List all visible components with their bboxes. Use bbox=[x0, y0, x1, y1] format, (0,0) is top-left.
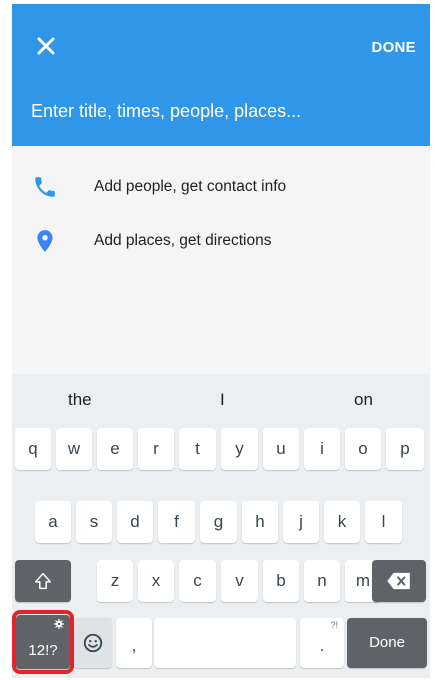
key-t[interactable]: t bbox=[179, 428, 216, 470]
comma-key[interactable]: , bbox=[116, 618, 152, 668]
done-button[interactable]: DONE bbox=[371, 39, 416, 56]
suggestion-the[interactable]: the bbox=[68, 390, 92, 410]
suggestion-on[interactable]: on bbox=[354, 390, 373, 410]
key-z[interactable]: z bbox=[97, 560, 133, 602]
backspace-icon bbox=[387, 572, 410, 590]
space-key[interactable] bbox=[154, 618, 296, 668]
key-u[interactable]: u bbox=[263, 428, 299, 470]
key-g[interactable]: g bbox=[200, 501, 237, 543]
key-a[interactable]: a bbox=[35, 501, 71, 543]
key-q[interactable]: q bbox=[15, 428, 51, 470]
key-f[interactable]: f bbox=[158, 501, 195, 543]
key-c[interactable]: c bbox=[179, 560, 216, 602]
close-button[interactable] bbox=[30, 30, 62, 62]
shift-icon bbox=[34, 572, 52, 590]
key-e[interactable]: e bbox=[97, 428, 133, 470]
keyboard-done-key[interactable]: Done bbox=[347, 618, 427, 668]
close-icon bbox=[37, 37, 55, 55]
period-key[interactable]: ?! . bbox=[300, 618, 344, 668]
key-d[interactable]: d bbox=[117, 501, 153, 543]
key-s[interactable]: s bbox=[76, 501, 112, 543]
add-people-label: Add people, get contact info bbox=[94, 178, 287, 195]
add-places-label: Add places, get directions bbox=[94, 232, 272, 249]
shift-key[interactable] bbox=[15, 560, 71, 602]
key-h[interactable]: h bbox=[242, 501, 278, 543]
suggestion-strip: the I on bbox=[12, 374, 430, 418]
key-x[interactable]: x bbox=[138, 560, 174, 602]
backspace-key[interactable] bbox=[372, 560, 426, 602]
key-o[interactable]: o bbox=[345, 428, 381, 470]
add-places-row[interactable]: Add places, get directions bbox=[12, 226, 430, 262]
title-input[interactable]: Enter title, times, people, places... bbox=[31, 101, 301, 122]
key-l[interactable]: l bbox=[365, 501, 402, 543]
location-pin-icon bbox=[32, 228, 58, 254]
key-r[interactable]: r bbox=[138, 428, 174, 470]
keyboard: the I on q w e r t y u i o p a s d f g h… bbox=[12, 374, 430, 678]
screen: DONE Enter title, times, people, places.… bbox=[12, 4, 430, 678]
key-v[interactable]: v bbox=[221, 560, 258, 602]
app-bar: DONE Enter title, times, people, places.… bbox=[12, 4, 430, 146]
key-w[interactable]: w bbox=[56, 428, 92, 470]
emoji-icon bbox=[83, 633, 103, 653]
symbols-key-highlight bbox=[12, 610, 74, 674]
add-people-row[interactable]: Add people, get contact info bbox=[12, 172, 430, 208]
key-y[interactable]: y bbox=[221, 428, 258, 470]
key-k[interactable]: k bbox=[324, 501, 360, 543]
phone-icon bbox=[32, 174, 58, 200]
emoji-key[interactable] bbox=[74, 618, 112, 668]
period-key-label: . bbox=[319, 636, 325, 655]
suggestion-i[interactable]: I bbox=[220, 390, 225, 410]
key-p[interactable]: p bbox=[386, 428, 424, 470]
period-key-hint: ?! bbox=[330, 620, 338, 630]
key-n[interactable]: n bbox=[304, 560, 340, 602]
key-b[interactable]: b bbox=[263, 560, 299, 602]
key-j[interactable]: j bbox=[283, 501, 319, 543]
key-i[interactable]: i bbox=[304, 428, 340, 470]
